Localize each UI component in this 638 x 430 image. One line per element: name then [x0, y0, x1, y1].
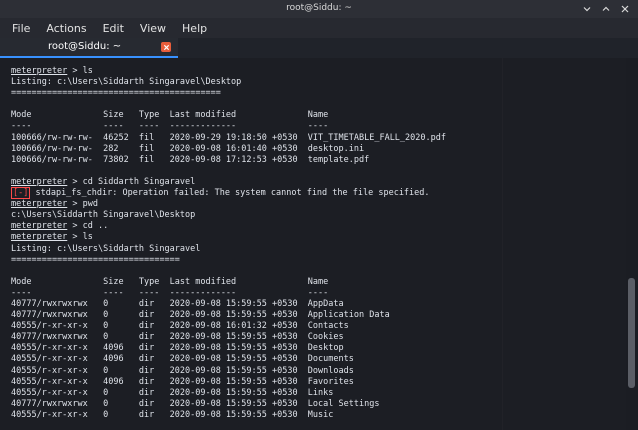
menu-edit[interactable]: Edit [103, 22, 124, 35]
error-marker: [-] [11, 187, 31, 200]
command: > cd .. [67, 221, 109, 232]
menu-view[interactable]: View [140, 22, 166, 35]
terminal-line: 40777/rwxrwxrwx 0 dir 2020-09-08 15:59:5… [11, 298, 344, 309]
terminal-line: c:\Users\Siddarth Singaravel\Desktop [11, 210, 196, 221]
close-icon[interactable] [619, 3, 630, 14]
command: > ls [67, 66, 93, 76]
terminal-line: meterpreter > cd .. [11, 221, 621, 232]
terminal-line: 100666/rw-rw-rw- 46252 fil 2020-09-29 19… [11, 132, 446, 143]
terminal-line: [-] stdapi_fs_chdir: Operation failed: T… [11, 187, 621, 200]
terminal-line: ---- ---- ---- ------------- ---- [11, 287, 329, 298]
terminal-line: 40777/rwxrwxrwx 0 dir 2020-09-08 15:59:5… [11, 398, 380, 409]
menu-help[interactable]: Help [182, 22, 207, 35]
minimize-icon[interactable] [581, 3, 592, 14]
terminal-line: 40555/r-xr-xr-x 0 dir 2020-09-08 15:59:5… [11, 409, 334, 420]
terminal-line: Mode Size Type Last modified Name [11, 276, 329, 287]
maximize-icon[interactable] [600, 3, 611, 14]
window-title: root@Siddu: ~ [286, 3, 352, 13]
terminal-window: root@Siddu: ~ File Actions Edit View Hel… [0, 0, 638, 430]
terminal-line: 40555/r-xr-xr-x 4096 dir 2020-09-08 15:5… [11, 376, 354, 387]
terminal-line: meterpreter > cd Siddarth Singaravel [11, 177, 621, 188]
terminal-line: ========================================… [11, 88, 221, 99]
menu-bar: File Actions Edit View Help [0, 18, 638, 38]
terminal-line: meterpreter > ls [11, 232, 621, 243]
terminal-output[interactable]: meterpreter > ls Listing: c:\Users\Sidda… [11, 66, 621, 426]
prompt: meterpreter [11, 221, 68, 232]
terminal-line: 40555/r-xr-xr-x 0 dir 2020-09-08 16:01:3… [11, 321, 349, 332]
terminal-line: Mode Size Type Last modified Name [11, 110, 329, 121]
window-controls [581, 3, 630, 14]
terminal-line: Listing: c:\Users\Siddarth Singaravel\De… [11, 77, 242, 88]
terminal-line: 100666/rw-rw-rw- 73802 fil 2020-09-08 17… [11, 154, 370, 165]
terminal-line: ---- ---- ---- ------------- ---- [11, 121, 329, 132]
terminal-line: 40555/r-xr-xr-x 4096 dir 2020-09-08 15:5… [11, 343, 344, 354]
prompt: meterpreter [11, 176, 68, 187]
terminal-line: meterpreter > pwd [11, 199, 621, 210]
scrollbar-thumb[interactable] [628, 278, 635, 388]
tab-bar: root@Siddu: ~ [0, 38, 638, 58]
command: > cd Siddarth Singaravel [67, 176, 196, 187]
prompt: meterpreter [11, 66, 68, 76]
scrollbar[interactable] [626, 58, 638, 430]
menu-file[interactable]: File [12, 22, 30, 35]
error-message: stdapi_fs_chdir: Operation failed: The s… [30, 188, 430, 199]
terminal-line: 40555/r-xr-xr-x 0 dir 2020-09-08 15:59:5… [11, 365, 354, 376]
prompt: meterpreter [11, 232, 68, 243]
terminal-line: 40555/r-xr-xr-x 4096 dir 2020-09-08 15:5… [11, 354, 354, 365]
command: > ls [67, 232, 93, 243]
terminal-line: 40777/rwxrwxrwx 0 dir 2020-09-08 15:59:5… [11, 310, 390, 321]
title-bar[interactable]: root@Siddu: ~ [0, 0, 638, 18]
tab-label: root@Siddu: ~ [48, 41, 122, 52]
terminal-line: Listing: c:\Users\Siddarth Singaravel [11, 243, 201, 254]
prompt: meterpreter [11, 199, 68, 210]
terminal-line: meterpreter > ls [11, 66, 621, 77]
tab-terminal[interactable]: root@Siddu: ~ [0, 38, 178, 58]
terminal-line: 100666/rw-rw-rw- 282 fil 2020-09-08 16:0… [11, 143, 365, 154]
tab-close-icon[interactable] [161, 42, 171, 52]
menu-actions[interactable]: Actions [46, 22, 86, 35]
command: > pwd [67, 199, 99, 210]
terminal-line: 40555/r-xr-xr-x 0 dir 2020-09-08 15:59:5… [11, 387, 334, 398]
terminal-line: 40777/rwxrwxrwx 0 dir 2020-09-08 15:59:5… [11, 332, 344, 343]
terminal-line: ================================= [11, 254, 180, 265]
